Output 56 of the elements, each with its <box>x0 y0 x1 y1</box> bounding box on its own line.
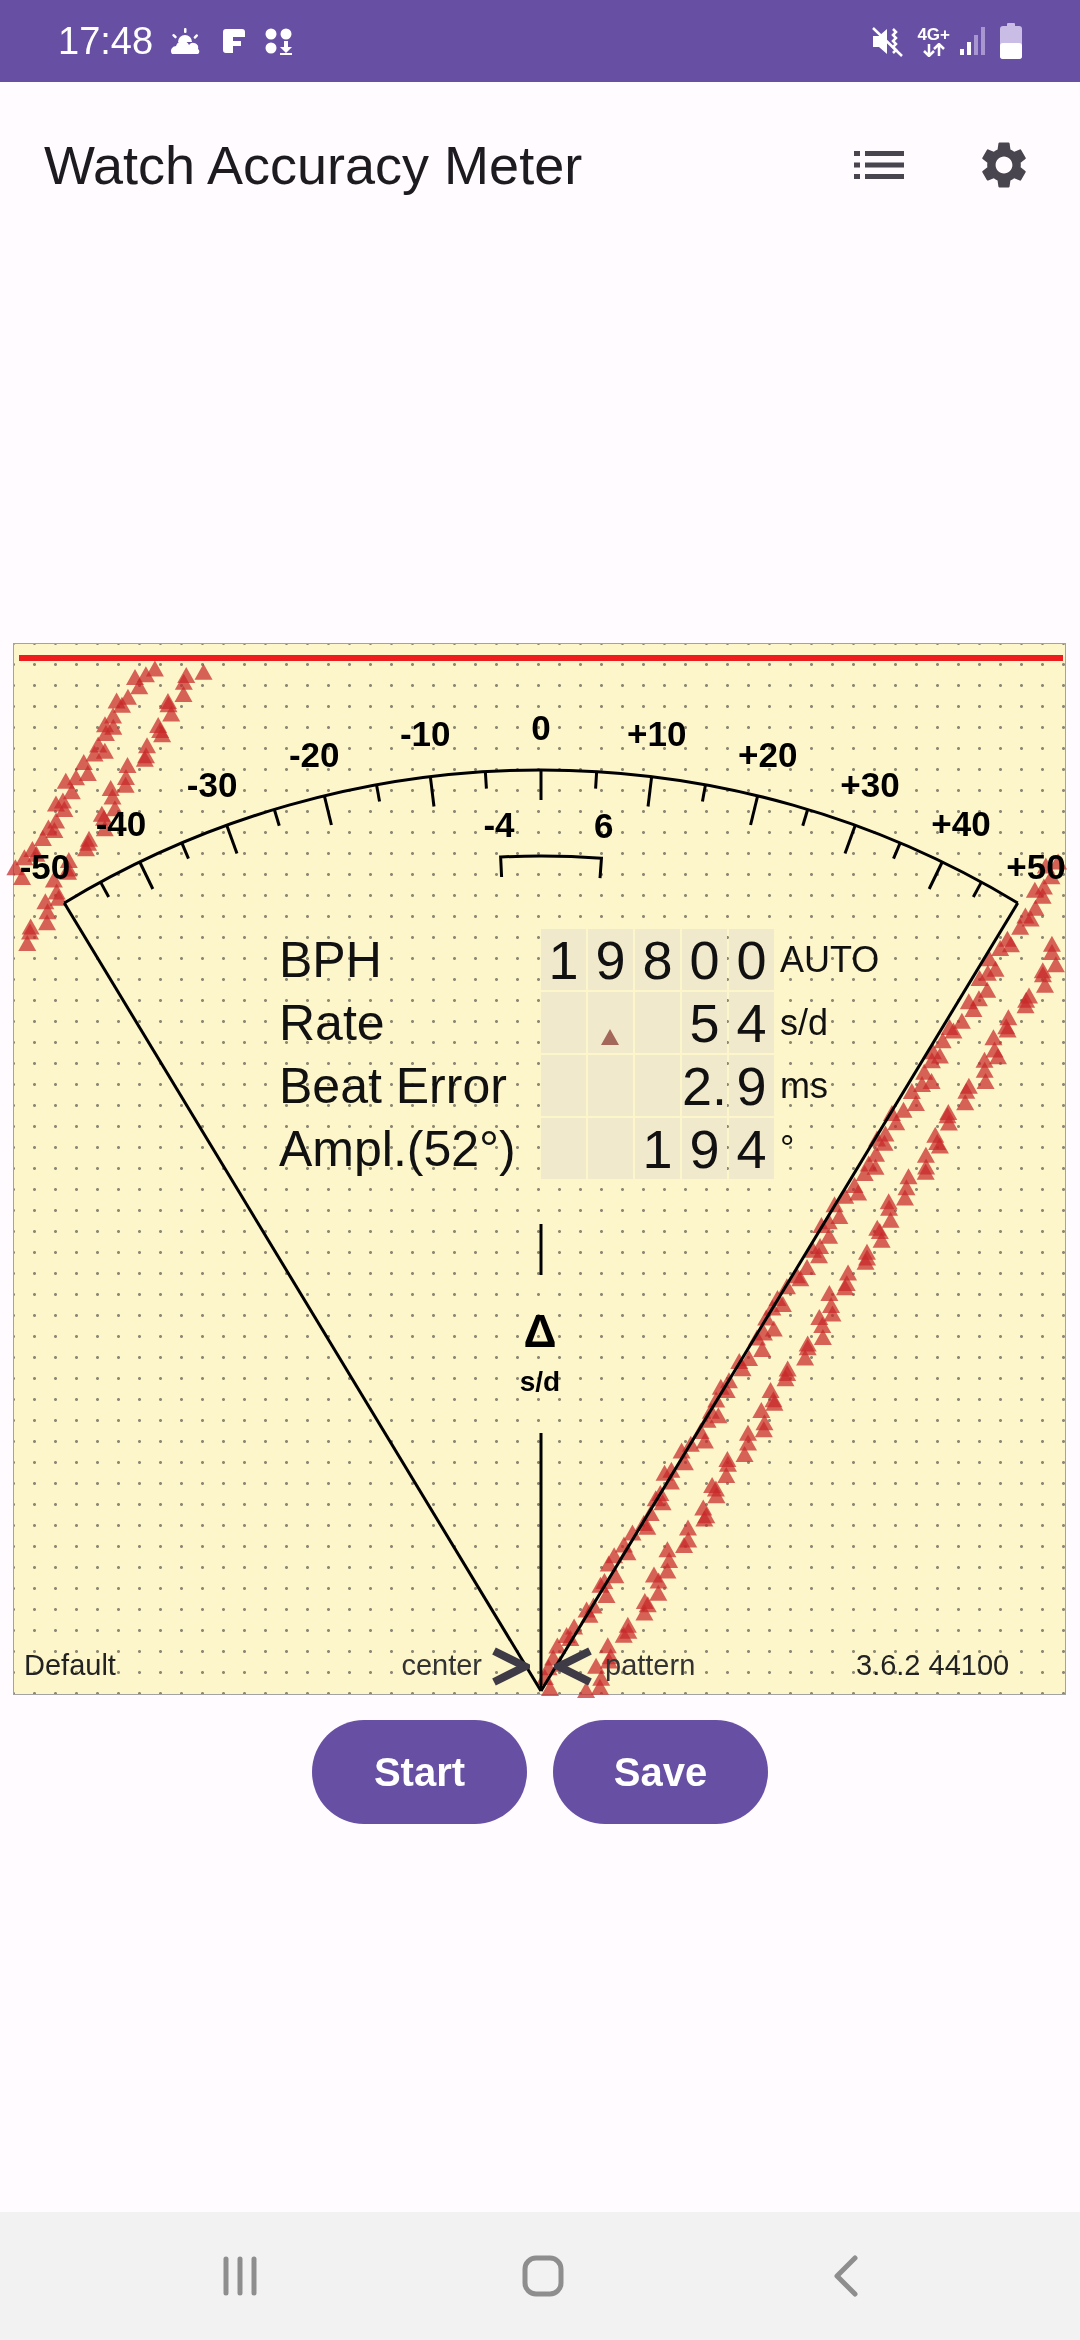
recents-icon[interactable] <box>222 2256 257 2296</box>
digit-cell: 2. <box>682 1055 727 1116</box>
scale-label: -10 <box>399 714 451 754</box>
reading-unit: ° <box>780 1130 795 1167</box>
action-button[interactable]: Save <box>553 1720 768 1824</box>
digit-cell: 9 <box>588 929 633 990</box>
version-label: 3.6.2 44100 <box>856 1651 1010 1680</box>
digit-cell: 1 <box>541 929 586 990</box>
data-arrows-icon <box>922 42 945 57</box>
tolerance-label: 6 <box>594 805 614 845</box>
battery-icon <box>1000 23 1022 59</box>
scale-label: 0 <box>531 707 551 747</box>
digit-cell <box>541 1055 586 1116</box>
sun-cloud-icon <box>169 28 202 54</box>
scale-label: +30 <box>840 765 900 805</box>
digit-cell: 4 <box>729 1118 774 1179</box>
axis-unit-label: s/d <box>519 1368 561 1396</box>
digit-cell <box>541 1118 586 1179</box>
digit-cell: 0 <box>729 929 774 990</box>
action-button[interactable]: Start <box>312 1720 527 1824</box>
tolerance-label: -4 <box>483 804 515 844</box>
reading-label: Rate <box>279 997 386 1048</box>
list-icon[interactable] <box>854 151 904 179</box>
chevron-right-icon <box>490 1647 530 1686</box>
back-icon[interactable] <box>833 2255 858 2297</box>
center-line <box>539 1224 543 1275</box>
scale-label: -20 <box>288 734 340 774</box>
center-label: center <box>401 1651 482 1680</box>
digit-cell: 0 <box>682 929 727 990</box>
network-type: 4G+ <box>917 25 950 43</box>
reading-label: Beat Error <box>279 1060 508 1111</box>
scale-label: +20 <box>738 734 798 774</box>
profile-label: Default <box>24 1651 116 1680</box>
digit-cell: 5 <box>682 992 727 1053</box>
scale-label: +40 <box>931 803 991 843</box>
pattern-label: pattern <box>605 1651 696 1680</box>
reading-unit: ms <box>780 1067 828 1104</box>
reading-label: BPH <box>279 934 383 985</box>
dots-download-icon <box>264 27 295 55</box>
reading-unit: AUTO <box>780 941 880 978</box>
reading-label: Ampl.(52°) <box>279 1123 517 1174</box>
digit-cell <box>541 992 586 1053</box>
digit-cell: 9 <box>682 1118 727 1179</box>
scale-label: -30 <box>186 765 238 805</box>
scale-label: +10 <box>627 714 687 754</box>
status-time: 17:48 <box>58 22 154 60</box>
delta-symbol: Δ <box>523 1308 557 1354</box>
digit-cell: 8 <box>635 929 680 990</box>
app-icon <box>221 28 246 54</box>
chevron-left-icon <box>554 1647 594 1686</box>
digit-cell: 9 <box>729 1055 774 1116</box>
home-icon[interactable] <box>521 2255 564 2297</box>
digit-cell: 1 <box>635 1118 680 1179</box>
digit-cell: 4 <box>729 992 774 1053</box>
reading-unit: s/d <box>780 1004 829 1041</box>
signal-icon <box>960 27 985 55</box>
